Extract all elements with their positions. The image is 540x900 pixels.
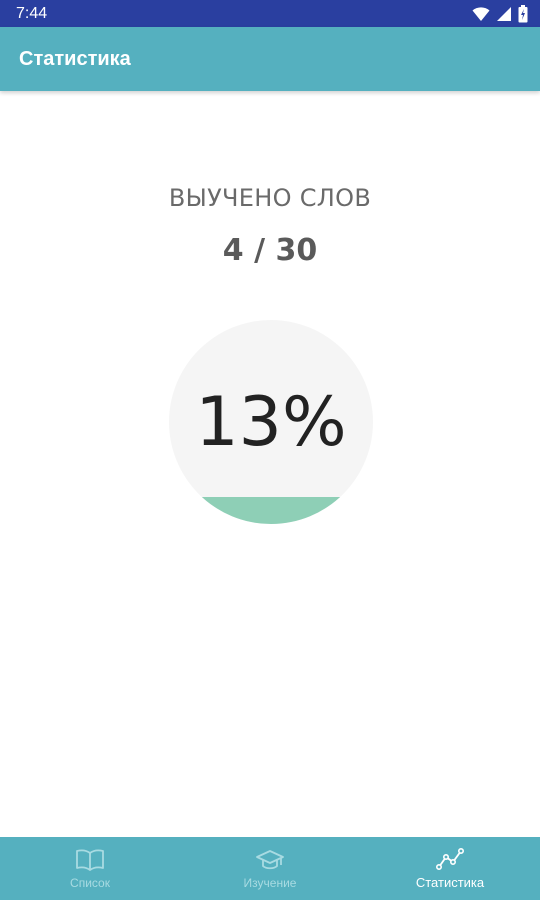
app-bar: Статистика [0,27,540,91]
progress-percent: 13% [195,382,347,462]
nav-item-label: Список [70,875,110,890]
nav-item-statistics[interactable]: Статистика [360,837,540,900]
nav-item-study[interactable]: Изучение [180,837,360,900]
signal-icon [497,6,511,21]
stats-content: ВЫУЧЕНО СЛОВ 4 / 30 13% [0,91,540,837]
nav-item-label: Статистика [415,875,485,890]
graduation-cap-icon [256,849,284,869]
nav-item-label: Изучение [243,875,297,890]
status-time: 7:44 [16,4,48,22]
wifi-icon [472,6,490,21]
battery-icon [518,4,528,22]
progress-circle: 13% [169,320,373,524]
page-title: Статистика [19,47,131,70]
bottom-navigation: Список Изучение Статистика [0,837,540,900]
learned-words-label: ВЫУЧЕНО СЛОВ [168,184,372,212]
book-icon [76,849,104,871]
status-bar: 7:44 [0,0,540,27]
status-icons [472,4,528,23]
nav-item-list[interactable]: Список [0,837,180,900]
stats-line-icon [435,847,464,870]
learned-words-count: 4 / 30 [222,233,318,268]
